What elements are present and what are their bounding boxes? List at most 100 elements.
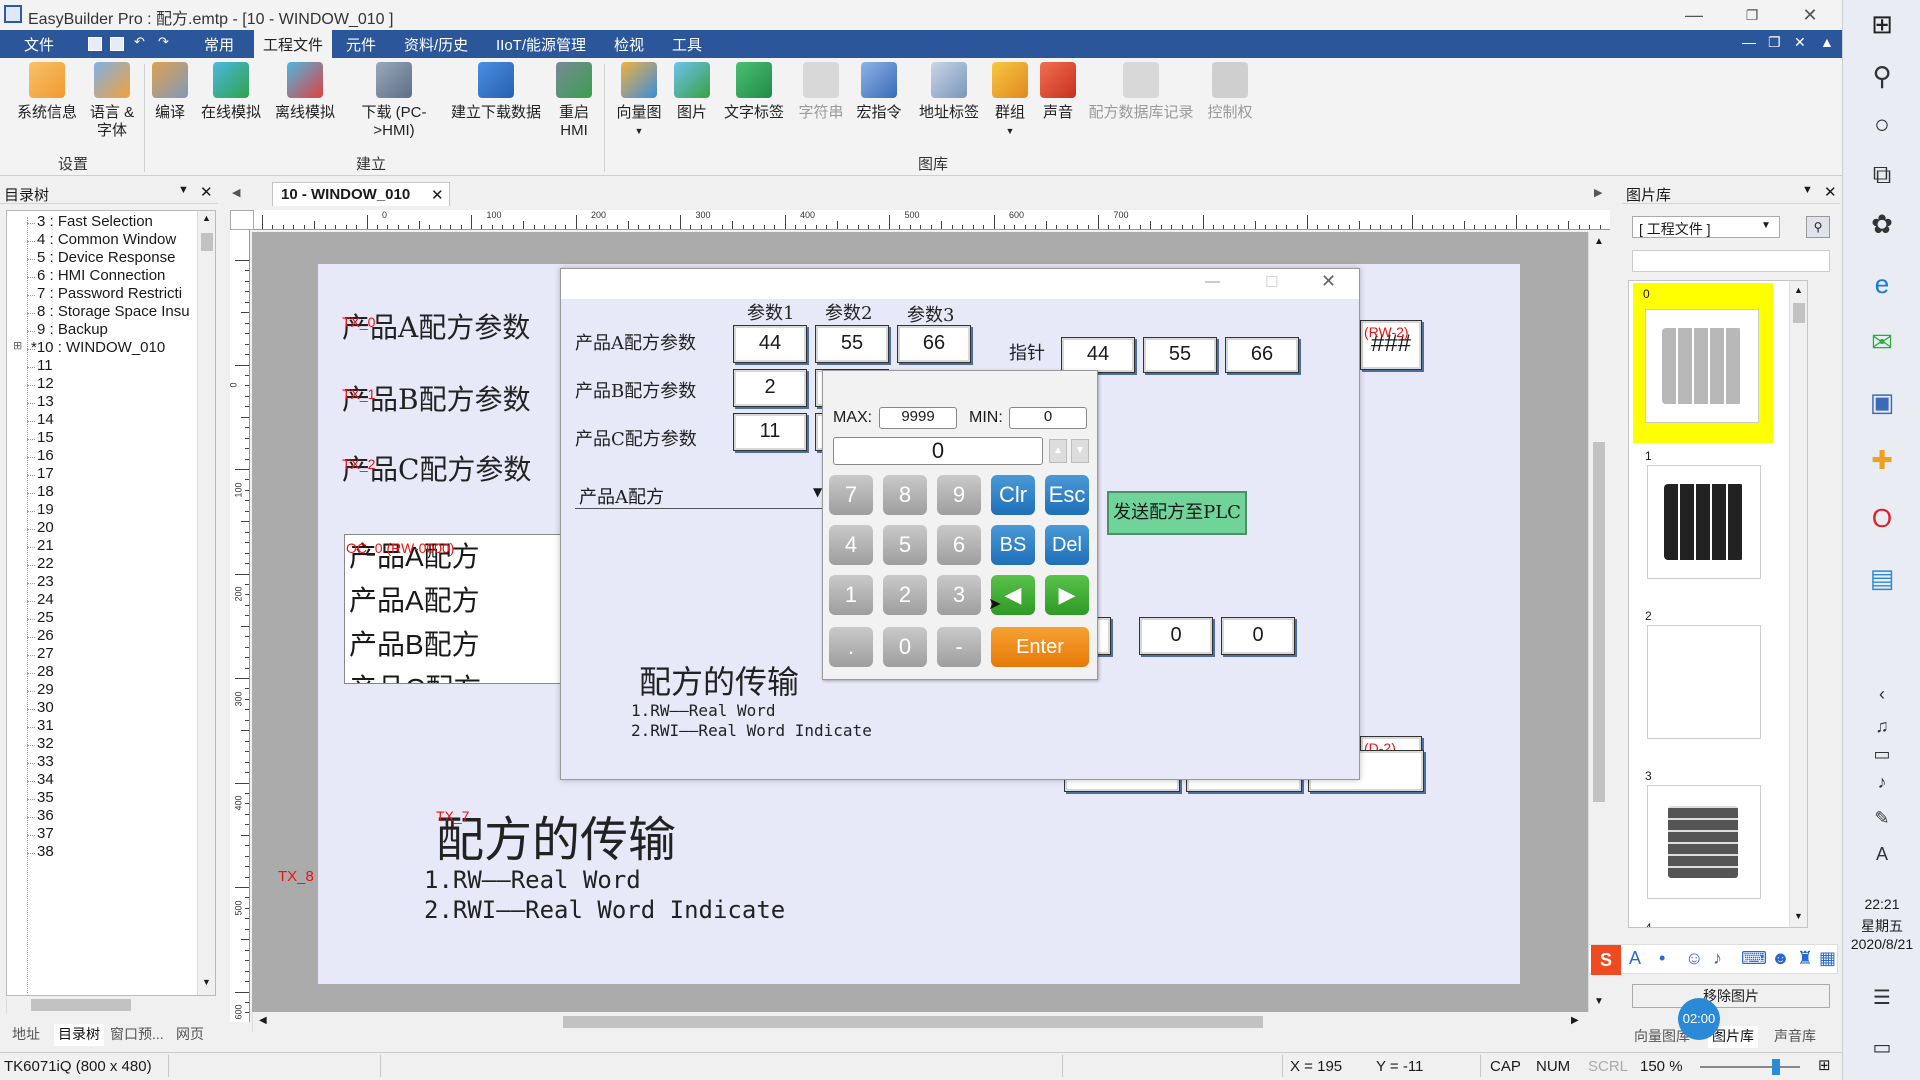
close-button[interactable]: ✕ [1790,2,1830,28]
key-2[interactable]: 2 [883,575,927,615]
recipe-db-button[interactable]: 配方数据库记录 [1086,62,1196,122]
library-filter-field[interactable] [1632,250,1830,272]
gallery-thumb-3[interactable] [1647,785,1761,899]
recipe-b-param-1[interactable]: 2 [733,369,807,407]
tree-item[interactable]: 34 [37,771,54,788]
tree-item[interactable]: 7 : Password Restricti [37,285,182,302]
panel-close-icon[interactable]: ✕ [200,183,213,201]
ribbon-minimize-icon[interactable]: — [1742,34,1756,50]
ime-toolbar[interactable]: S A • ☺ ♪ ⌨ ☻ ♜ ▦ [1588,944,1838,975]
control-button[interactable]: 控制权 [1204,62,1256,122]
tray-pen-icon[interactable]: ✎ [1864,800,1900,836]
tab-window-preview[interactable]: 窗口预... [110,1024,164,1046]
key-6[interactable]: 6 [937,525,981,565]
zoom-slider-track[interactable] [1700,1066,1800,1068]
tree-item[interactable]: 36 [37,807,54,824]
edge-browser-icon[interactable]: e [1864,266,1900,302]
gallery-thumb-2[interactable] [1647,625,1761,739]
library-search-icon[interactable]: ⚲ [1806,216,1830,238]
recipe-a-param-1[interactable]: 44 [733,325,807,363]
action-center-icon[interactable]: ▭ [1864,1030,1900,1066]
doc-tab-window-010[interactable]: 10 - WINDOW_010 ✕ [272,182,450,206]
sogou-logo-icon[interactable]: S [1591,945,1621,975]
select-dropdown-icon[interactable]: ▼ [1761,220,1771,231]
recipe-c-param-1[interactable]: 11 [733,413,807,451]
remove-picture-button[interactable]: 移除图片 [1632,984,1830,1008]
offline-sim-button[interactable]: 离线模拟 [272,62,338,122]
macro-button[interactable]: 宏指令 [854,62,904,122]
windows-start-icon[interactable]: ⊞ [1864,6,1900,42]
canvas-hscrollbar[interactable]: ◀ ▶ [252,1012,1588,1032]
ime-skin-icon[interactable]: ♜ [1797,948,1813,969]
tree-item[interactable]: 12 [37,375,54,392]
right-panel-close-icon[interactable]: ✕ [1824,183,1837,201]
key-1[interactable]: 1 [829,575,873,615]
recipe-option-list[interactable]: 产品A配方 产品A配方 产品B配方 产品C配方 [344,534,584,684]
tree-item[interactable]: 4 : Common Window [37,231,176,248]
decrement-icon[interactable]: ▼ [1071,439,1089,463]
cortana-icon[interactable]: ○ [1864,106,1900,142]
transfer-title[interactable]: 配方的传输 [436,800,676,870]
pointer-value-1[interactable]: 44 [1061,337,1135,373]
right-panel-dropdown-icon[interactable]: ▼ [1802,184,1813,196]
online-sim-button[interactable]: 在线模拟 [198,62,264,122]
timer-badge[interactable]: 02:00 [1678,998,1720,1040]
menu-home[interactable]: 常用 [204,34,234,55]
tree-item[interactable]: 25 [37,609,54,626]
tree-hscrollbar[interactable] [6,996,216,1014]
key-4[interactable]: 4 [829,525,873,565]
tree-item[interactable]: 27 [37,645,54,662]
gallery-thumb-0[interactable] [1645,309,1759,423]
save-all-icon[interactable] [110,37,124,51]
recipe-a-param-2[interactable]: 55 [815,325,889,363]
key-3[interactable]: 3 [937,575,981,615]
tree-item[interactable]: 23 [37,573,54,590]
key-7[interactable]: 7 [829,475,873,515]
picture-button[interactable]: 图片 [672,62,712,122]
tree-item[interactable]: 28 [37,663,54,680]
tree-item[interactable]: 19 [37,501,54,518]
tree-item[interactable]: 22 [37,555,54,572]
tree-item[interactable]: 9 : Backup [37,321,108,338]
canvas-scroll-up-icon[interactable]: ▲ [1594,236,1604,247]
tree-item[interactable]: 17 [37,465,54,482]
key-escape[interactable]: Esc [1045,475,1089,515]
d-value-2[interactable]: 0 [1139,617,1213,655]
canvas-vscrollbar[interactable]: ▲ ▼ [1588,232,1608,1012]
notifications-icon[interactable]: ☰ [1864,980,1900,1016]
tree-item[interactable]: 26 [37,627,54,644]
app-pinwheel-icon[interactable]: ✿ [1864,206,1900,242]
group-button[interactable]: 群组 ▼ [990,62,1030,140]
popup-maximize-icon[interactable]: ☐ [1265,273,1278,291]
recipe-combo-box[interactable]: 产品A配方 ▼ [575,481,835,509]
menu-data-history[interactable]: 资料/历史 [404,34,468,55]
doc-tab-close-icon[interactable]: ✕ [431,186,444,204]
download-button[interactable]: 下载 (PC- >HMI) [356,62,432,140]
key-right-arrow-icon[interactable]: ▶ [1045,575,1089,615]
combo-dropdown-icon[interactable]: ▼ [813,485,822,499]
tree-item[interactable]: 38 [37,843,54,860]
canvas-scroll-down-icon[interactable]: ▼ [1594,996,1604,1007]
restart-hmi-button[interactable]: 重启 HMI [552,62,596,140]
key-8[interactable]: 8 [883,475,927,515]
canvas-scroll-right-icon[interactable]: ▶ [1571,1015,1579,1026]
menu-file[interactable]: 文件 [24,34,54,55]
scroll-up-icon[interactable]: ▲ [202,213,211,223]
library-source-select[interactable]: [ 工程文件 ] ▼ [1632,216,1780,238]
wechat-icon[interactable]: ✉ [1864,324,1900,360]
pointer-value-3[interactable]: 66 [1225,337,1299,373]
canvas-vscroll-thumb[interactable] [1593,442,1605,802]
tree-item[interactable]: 3 : Fast Selection [37,213,153,230]
key-clear[interactable]: Clr [991,475,1035,515]
clock-time[interactable]: 22:21 [1843,896,1920,912]
tree-item[interactable]: 29 [37,681,54,698]
numeric-keypad[interactable]: MAX: 9999 MIN: 0 0 ▲ ▼ 7 8 9 Clr Esc 4 5… [822,370,1098,680]
ime-keyboard-icon[interactable]: ⌨ [1741,948,1767,969]
recipe-a-param-3[interactable]: 66 [897,325,971,363]
compile-button[interactable]: 编译 [148,62,192,122]
ime-grid-icon[interactable]: ▦ [1819,948,1836,969]
list-item[interactable]: 产品A配方 [349,579,480,619]
ribbon-close-icon[interactable]: ✕ [1794,34,1806,51]
d-value-3[interactable]: 0 [1221,617,1295,655]
gallery-scroll-down-icon[interactable]: ▼ [1794,911,1803,921]
